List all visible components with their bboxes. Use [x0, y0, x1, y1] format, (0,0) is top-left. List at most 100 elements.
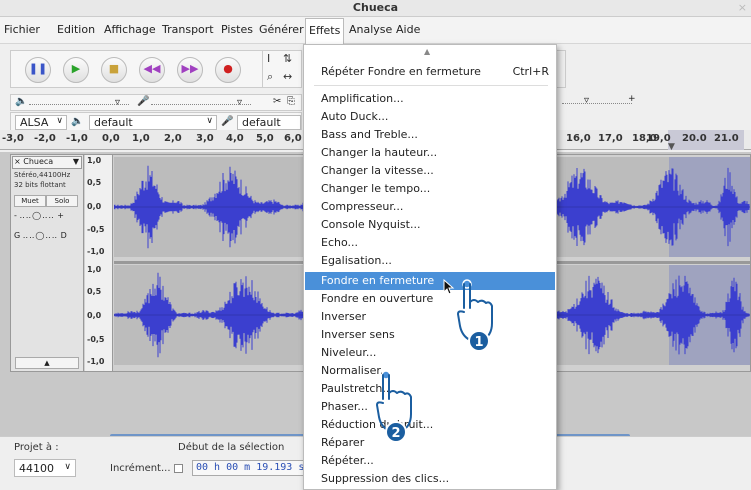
timeshift-tool-icon[interactable]: ↔ — [283, 70, 292, 83]
pause-button[interactable]: ❚❚ — [25, 57, 51, 83]
scissors-icon[interactable]: ✂ — [273, 96, 281, 107]
dropdown-arrow-icon: ▼ — [72, 157, 79, 166]
record-volume-slider[interactable] — [151, 104, 251, 105]
menu-transport[interactable]: Transport — [162, 23, 214, 36]
effects-menu: ▲ Répéter Fondre en fermeture Ctrl+R Amp… — [303, 44, 557, 490]
snap-to-checkbox[interactable] — [174, 464, 183, 473]
envelope-tool-icon[interactable]: ⇅ — [283, 52, 292, 65]
menu-generer[interactable]: Générer — [259, 23, 304, 36]
copy-icon[interactable]: ⎘ — [287, 96, 295, 107]
menu-edition[interactable]: Edition — [57, 23, 95, 36]
record-device-select[interactable]: default — [237, 115, 301, 130]
toolbar-edge — [556, 50, 566, 88]
track-control-panel: × Chueca ▼ Stéréo,44100Hz 32 bits flotta… — [11, 155, 84, 371]
menu-item-changer-tempo[interactable]: Changer le tempo... — [305, 180, 555, 198]
skip-start-icon: ◀◀ — [143, 62, 161, 75]
track-name-menu[interactable]: × Chueca ▼ — [12, 156, 82, 169]
track-name: Chueca — [23, 157, 54, 166]
scroll-up-icon[interactable]: ▲ — [424, 47, 430, 56]
menu-affichage[interactable]: Affichage — [104, 23, 156, 36]
amplitude-ruler: 1,0 0,5 0,0 -0,5 -1,0 1,0 0,5 0,0 -0,5 -… — [85, 155, 113, 371]
microphone-icon: 🎤 — [221, 116, 234, 127]
amp-tick: -0,5 — [87, 335, 105, 344]
menu-item-egalisation[interactable]: Egalisation... — [305, 252, 555, 270]
collapse-track-button[interactable]: ▲ — [15, 357, 79, 369]
menu-item-console-nyquist[interactable]: Console Nyquist... — [305, 216, 555, 234]
ruler-tick: 6,0 — [284, 133, 302, 144]
close-icon[interactable]: × — [738, 1, 747, 14]
shortcut-label: Ctrl+R — [512, 65, 549, 78]
solo-button[interactable]: Solo — [46, 195, 78, 207]
menu-item-inverser[interactable]: Inverser — [305, 308, 555, 326]
audio-host-select[interactable]: ALSA ∨ — [15, 115, 67, 130]
menu-item-reparer[interactable]: Réparer — [305, 434, 555, 452]
menu-item-phaser[interactable]: Phaser... — [305, 398, 555, 416]
pan-slider[interactable]: G ‥‥◯‥‥ D — [14, 231, 67, 240]
ruler-tick: 17,0 — [598, 133, 623, 144]
menu-item-normaliser[interactable]: Normaliser... — [305, 362, 555, 380]
menu-fichier[interactable]: Fichier — [4, 23, 40, 36]
menu-item-fondre-ouverture[interactable]: Fondre en ouverture — [305, 290, 555, 308]
chevron-down-icon: ∨ — [56, 116, 63, 126]
menu-item-niveleur[interactable]: Niveleur... — [305, 344, 555, 362]
menu-item-repeter[interactable]: Répéter... — [305, 452, 555, 470]
menu-item-repeat-last[interactable]: Répéter Fondre en fermeture Ctrl+R — [305, 63, 555, 81]
transport-toolbar: ❚❚ ▶ ■ ◀◀ ▶▶ ● — [10, 50, 270, 88]
snap-to-label: Incrément... — [110, 463, 171, 474]
amp-tick: 0,0 — [87, 202, 102, 211]
skip-end-button[interactable]: ▶▶ — [177, 57, 203, 83]
play-button[interactable]: ▶ — [63, 57, 89, 83]
selection-tool-icon[interactable]: I — [267, 52, 270, 65]
skip-start-button[interactable]: ◀◀ — [139, 57, 165, 83]
playback-device-value: default — [94, 116, 133, 129]
pan-right-label: D — [60, 231, 67, 240]
menu-item-reduction-bruit[interactable]: Réduction du bruit... — [305, 416, 555, 434]
amp-tick: -0,5 — [87, 225, 105, 234]
playback-volume-knob[interactable]: ▿ — [115, 97, 120, 108]
menu-item-auto-duck[interactable]: Auto Duck... — [305, 108, 555, 126]
menu-item-fondre-fermeture[interactable]: Fondre en fermeture — [305, 272, 555, 290]
gain-min-label: - — [14, 211, 17, 220]
menu-item-inverser-sens[interactable]: Inverser sens — [305, 326, 555, 344]
menu-pistes[interactable]: Pistes — [221, 23, 253, 36]
menu-item-compresseur[interactable]: Compresseur... — [305, 198, 555, 216]
amp-tick: 1,0 — [87, 265, 102, 274]
menu-item-changer-hauteur[interactable]: Changer la hauteur... — [305, 144, 555, 162]
menu-item-echo[interactable]: Echo... — [305, 234, 555, 252]
gain-slider[interactable]: - ‥‥◯‥‥ + — [14, 211, 64, 220]
play-head-marker: ▼ — [668, 142, 675, 152]
selection-start-time[interactable]: 00 h 00 m 19.193 s ▾ — [192, 460, 320, 476]
menu-item-bass-treble[interactable]: Bass and Treble... — [305, 126, 555, 144]
mute-button[interactable]: Muet — [14, 195, 46, 207]
speaker-icon: 🔈 — [71, 116, 84, 127]
microphone-icon: 🎤 — [137, 96, 150, 107]
amp-tick: 1,0 — [87, 156, 102, 165]
meter-slider-knob[interactable]: ▿ — [584, 95, 589, 106]
menu-item-amplification[interactable]: Amplification... — [305, 90, 555, 108]
zoom-tool-icon[interactable]: ⌕ — [267, 70, 273, 84]
menu-item-paulstretch[interactable]: Paulstretch... — [305, 380, 555, 398]
project-rate-select[interactable]: 44100 ∨ — [14, 459, 76, 477]
title-bar: Chueca × — [0, 0, 751, 17]
callout-step-2: 2 — [371, 369, 421, 445]
playback-volume-slider[interactable] — [29, 104, 129, 105]
selection-start-value: 00 h 00 m 19.193 s — [196, 462, 305, 473]
record-button[interactable]: ● — [215, 57, 241, 83]
record-volume-knob[interactable]: ▿ — [237, 97, 242, 108]
skip-end-icon: ▶▶ — [181, 62, 199, 75]
menu-aide[interactable]: Aide — [396, 23, 420, 36]
menu-separator — [314, 85, 548, 86]
menu-analyse[interactable]: Analyse — [349, 23, 392, 36]
menu-item-suppression-clics[interactable]: Suppression des clics... — [305, 470, 555, 488]
close-track-icon[interactable]: × — [14, 157, 21, 166]
stop-button[interactable]: ■ — [101, 57, 127, 83]
menu-item-changer-vitesse[interactable]: Changer la vitesse... — [305, 162, 555, 180]
playback-device-select[interactable]: default ∨ — [89, 115, 217, 130]
meter-slider-track — [562, 103, 632, 104]
meter-slider-right[interactable]: ▿ + — [556, 94, 751, 111]
selection-start-label: Début de la sélection — [178, 442, 285, 453]
menu-effets[interactable]: Effets — [305, 18, 345, 44]
pan-track: ‥‥◯‥‥ — [22, 231, 59, 240]
amp-tick: -1,0 — [87, 247, 105, 256]
ruler-tick: 5,0 — [256, 133, 274, 144]
